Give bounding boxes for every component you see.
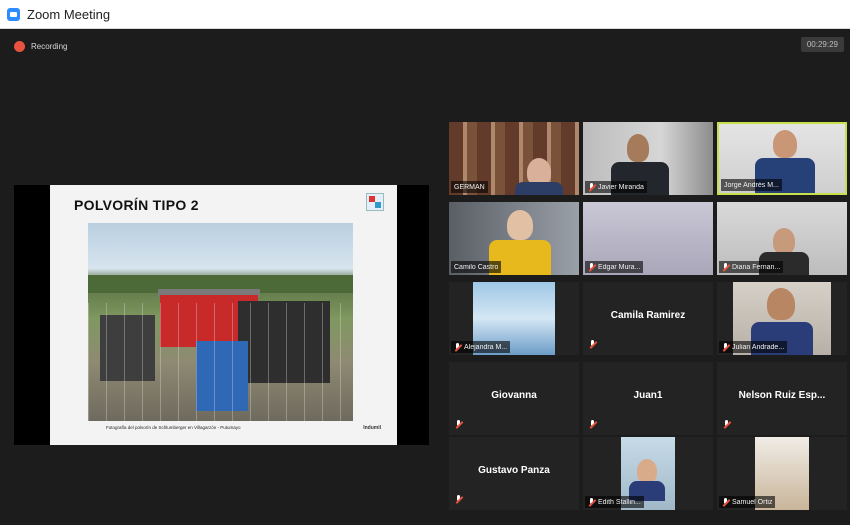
participant-tile[interactable]: Edgar Mura... — [583, 202, 713, 275]
participant-tile-active-speaker[interactable]: Jorge Andrés M... — [717, 122, 847, 195]
participant-tile[interactable]: GERMAN — [449, 122, 579, 195]
muted-mic-icon — [588, 497, 595, 507]
participant-tile[interactable]: Javier Miranda — [583, 122, 713, 195]
meeting-timer: 00:29:29 — [800, 37, 844, 52]
muted-mic-icon — [588, 262, 595, 272]
muted-mic-icon — [588, 182, 595, 192]
participant-name: Edgar Mura... — [598, 263, 641, 271]
participant-tile[interactable]: Edith Stallin... — [583, 437, 713, 510]
recording-indicator[interactable]: Recording — [14, 39, 67, 53]
slide-brand-logo: Indumil — [363, 425, 381, 431]
slide-caption: Fotografía del polvorín de Schlumberger … — [106, 425, 241, 430]
muted-mic-icon — [589, 420, 596, 429]
shared-slide: POLVORÍN TIPO 2 Fotografía del polvorín … — [50, 185, 397, 445]
participant-tile[interactable]: Giovanna — [449, 362, 579, 435]
muted-mic-icon — [454, 342, 461, 352]
muted-mic-icon — [455, 495, 462, 504]
participant-name: Javier Miranda — [598, 183, 644, 191]
participant-name-large: Nelson Ruiz Esp... — [738, 390, 826, 401]
participant-tile[interactable]: Nelson Ruiz Esp... — [717, 362, 847, 435]
participant-name: Alejandra M... — [464, 343, 508, 351]
participant-name: Camilo Castro — [454, 263, 499, 271]
participant-name-large: Giovanna — [491, 390, 537, 401]
participant-name: Julian Andrade... — [732, 343, 785, 351]
participant-name: Diana Fernan... — [732, 263, 781, 271]
participant-tile[interactable]: Juan1 — [583, 362, 713, 435]
window-title: Zoom Meeting — [27, 7, 111, 22]
screen-share-view[interactable]: POLVORÍN TIPO 2 Fotografía del polvorín … — [14, 185, 429, 445]
participant-tile[interactable]: Camila Ramirez — [583, 282, 713, 355]
participant-tile[interactable]: Gustavo Panza — [449, 437, 579, 510]
slide-logo-icon — [366, 193, 384, 211]
window-titlebar: Zoom Meeting — [0, 0, 850, 29]
recording-dot-icon — [14, 40, 25, 52]
muted-mic-icon — [722, 497, 729, 507]
participant-name-large: Gustavo Panza — [478, 465, 550, 476]
participant-tile[interactable]: Alejandra M... — [449, 282, 579, 355]
recording-label: Recording — [31, 41, 68, 51]
participant-name: Jorge Andrés M... — [724, 181, 779, 189]
zoom-app-icon — [7, 8, 20, 21]
muted-mic-icon — [723, 420, 730, 429]
participant-tile[interactable]: Camilo Castro — [449, 202, 579, 275]
slide-photo — [88, 223, 353, 421]
participant-name: Samuel Ortiz — [732, 498, 773, 506]
participant-tile[interactable]: Diana Fernan... — [717, 202, 847, 275]
muted-mic-icon — [722, 262, 729, 272]
participant-name: Edith Stallin... — [598, 498, 641, 506]
muted-mic-icon — [722, 342, 729, 352]
muted-mic-icon — [455, 420, 462, 429]
participant-name-large: Camila Ramirez — [610, 310, 686, 321]
participant-tile[interactable]: Julian Andrade... — [717, 282, 847, 355]
participant-name: GERMAN — [454, 183, 485, 191]
muted-mic-icon — [589, 340, 596, 349]
participant-name-large: Juan1 — [633, 390, 663, 401]
meeting-area: Recording 00:29:29 POLVORÍN TIPO 2 Fotog… — [0, 29, 850, 525]
slide-title: POLVORÍN TIPO 2 — [74, 197, 199, 213]
participant-tile[interactable]: Samuel Ortiz — [717, 437, 847, 510]
